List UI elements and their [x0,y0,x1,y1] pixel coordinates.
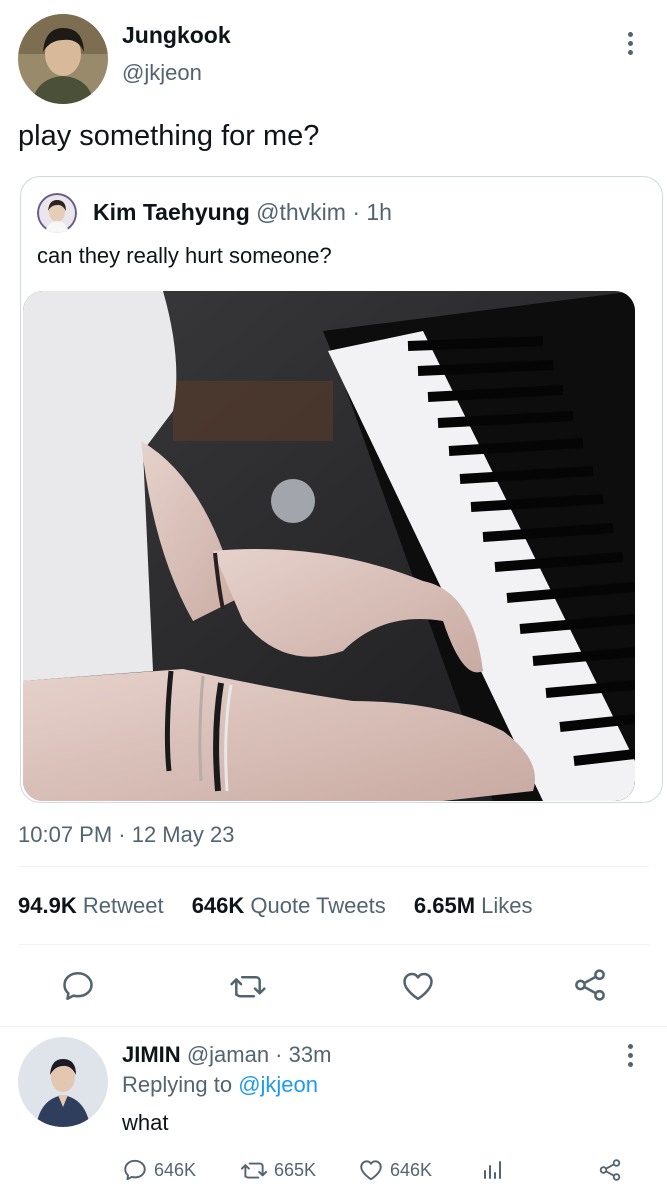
reply-text: what [122,1110,169,1135]
reply-author-name[interactable]: JIMIN [122,1042,181,1067]
share-button[interactable] [571,966,609,1004]
reply-likes-count: 646K [390,1159,433,1180]
divider [18,944,649,945]
likes-label: Likes [481,893,533,918]
reply-reply-button[interactable]: 646K [122,1157,196,1183]
author-avatar[interactable] [18,14,108,104]
replying-to: Replying to @jkjeon [122,1072,318,1098]
reply-views-button[interactable] [481,1157,505,1183]
reply-button[interactable] [60,968,96,1004]
reply-retweet-button[interactable]: 665K [240,1157,316,1183]
reply-like-button[interactable]: 646K [358,1157,432,1183]
more-options-icon[interactable] [620,1040,640,1070]
quotes-stat[interactable]: 646K Quote Tweets [192,893,386,918]
reply-replies-count: 646K [154,1159,197,1180]
quoted-author-avatar [37,193,77,233]
likes-stat[interactable]: 6.65M Likes [414,893,533,918]
quoted-tweet-header: Kim Taehyung @thvkim · 1h [93,199,392,226]
more-options-icon[interactable] [620,28,640,58]
tweet-text: play something for me? [18,120,320,152]
piano-photo [23,291,635,801]
quotes-label: Quote Tweets [250,893,386,918]
quotes-count: 646K [191,893,245,918]
retweet-button[interactable] [229,968,267,1004]
like-icon [403,972,433,1001]
quoted-tweet-card[interactable]: Kim Taehyung @thvkim · 1h can they reall… [20,176,663,803]
divider [18,866,649,867]
like-icon [360,1160,382,1181]
tweet-timestamp[interactable]: 10:07 PM · 12 May 23 [18,822,234,848]
quoted-author-meta: @thvkim · 1h [256,199,392,225]
reply-author-meta: @jaman · 33m [186,1042,332,1067]
divider [0,1026,667,1027]
replying-to-handle[interactable]: @jkjeon [238,1072,318,1097]
share-icon [599,1159,621,1181]
likes-count: 6.65M [413,893,476,918]
reply-author-avatar[interactable] [18,1037,108,1127]
retweet-icon [230,975,266,998]
retweets-stat[interactable]: 94.9K Retweet [18,893,164,918]
author-name[interactable]: Jungkook [122,22,231,49]
retweet-icon [240,1162,268,1179]
retweets-label: Retweet [82,893,164,918]
quoted-tweet-image[interactable] [23,291,635,801]
reply-retweets-count: 665K [274,1159,317,1180]
author-handle[interactable]: @jkjeon [122,60,202,86]
share-icon [575,969,605,1001]
reply-header: JIMIN @jaman · 33m [122,1042,331,1068]
retweets-count: 94.9K [18,893,77,918]
tweet-stats: 94.9K Retweet 646K Quote Tweets 6.65M Li… [18,893,555,919]
quoted-author-name: Kim Taehyung [93,199,250,225]
reply-share-button[interactable] [597,1157,623,1183]
quoted-tweet-text: can they really hurt someone? [37,243,332,268]
reply-icon [124,1159,146,1181]
like-button[interactable] [400,968,436,1004]
views-icon [484,1161,501,1179]
reply-icon [63,971,93,1001]
replying-to-label: Replying to [122,1072,233,1097]
